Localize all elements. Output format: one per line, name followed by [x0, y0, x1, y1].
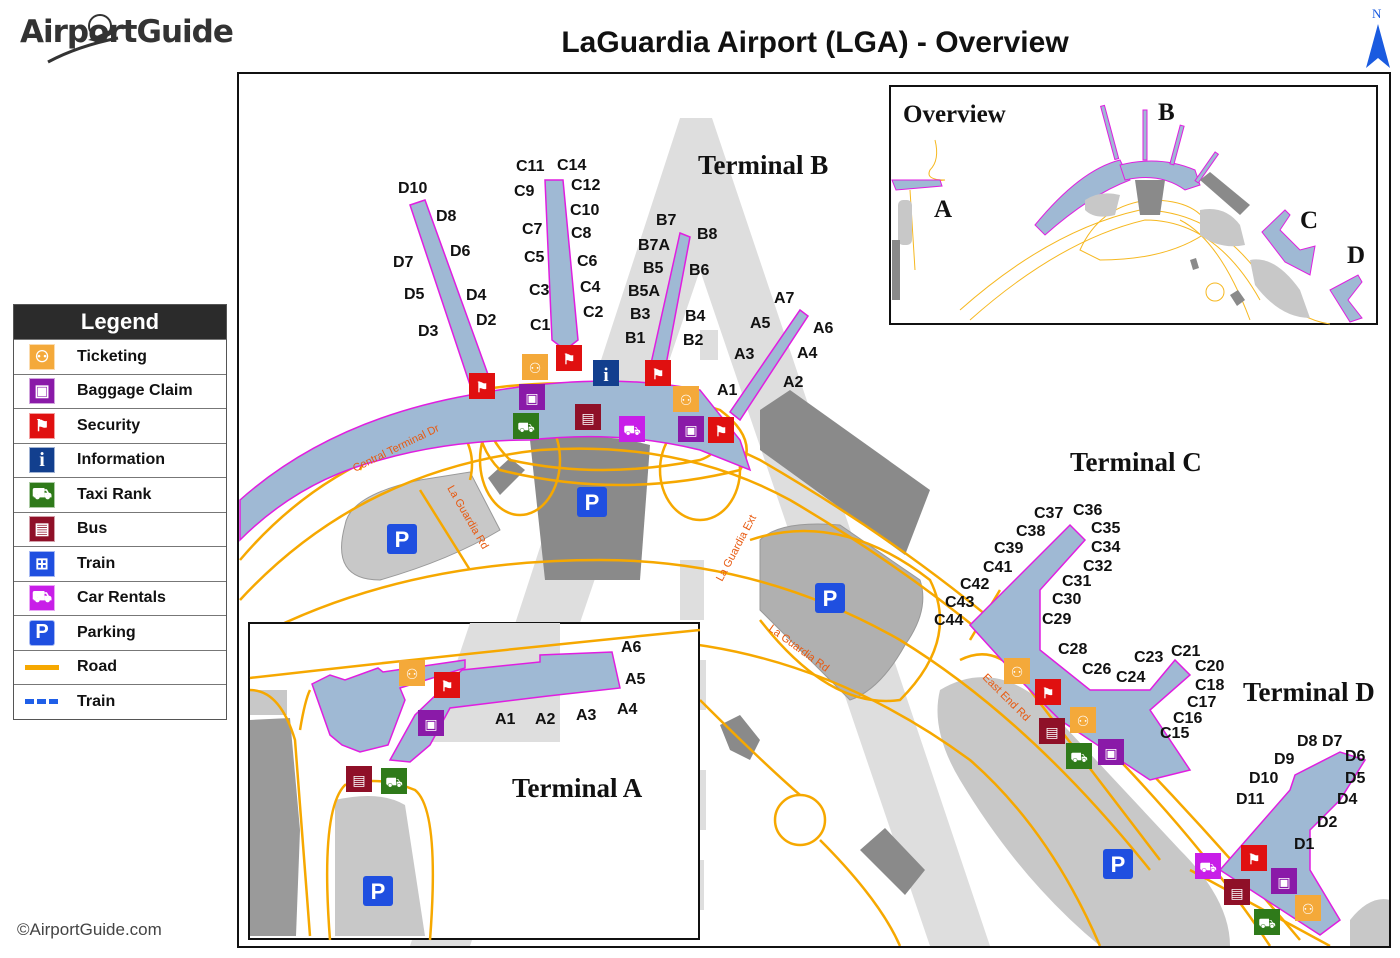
map-frame [237, 72, 1391, 948]
